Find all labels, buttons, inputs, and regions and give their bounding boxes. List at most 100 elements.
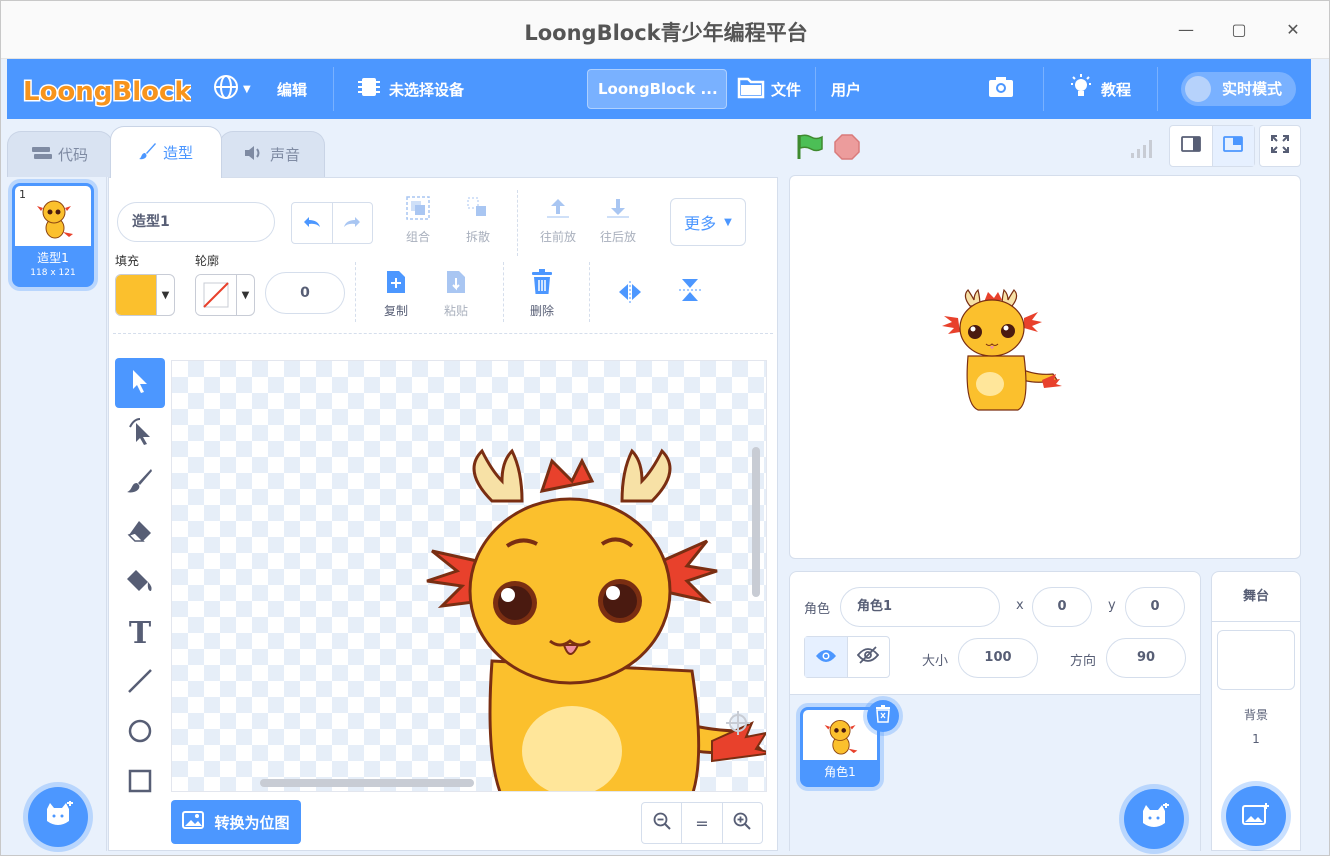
backdrop-count: 1: [1252, 732, 1260, 746]
paste-icon: [445, 269, 467, 298]
fill-tool[interactable]: [115, 558, 165, 608]
costume-item[interactable]: 1 造型1 118 x 121: [12, 183, 94, 287]
minimize-button[interactable]: —: [1175, 19, 1197, 41]
fullscreen-icon: [1270, 134, 1290, 158]
trash-icon: [531, 269, 553, 298]
project-title-field[interactable]: LoongBlock ...: [587, 69, 727, 109]
fill-color-swatch: [116, 275, 156, 315]
edit-menu[interactable]: 编辑: [277, 59, 307, 119]
size-input[interactable]: 100: [958, 638, 1038, 678]
visibility-toggle: [804, 636, 890, 678]
rectangle-icon: [127, 768, 153, 798]
normal-stage-icon: [1223, 136, 1244, 156]
dragon-sprite[interactable]: [942, 276, 1062, 416]
screenshot-button[interactable]: [987, 59, 1015, 119]
flip-vertical-button[interactable]: [665, 276, 715, 310]
tab-code[interactable]: 代码: [7, 131, 113, 177]
stage-selector-panel: 舞台 背景 1: [1211, 571, 1301, 851]
tab-sounds[interactable]: 声音: [219, 131, 325, 177]
add-sprite-button[interactable]: [1124, 789, 1184, 849]
text-icon: T: [128, 615, 152, 651]
chip-icon: [357, 75, 381, 103]
text-tool[interactable]: T: [115, 608, 165, 658]
redo-button[interactable]: [331, 203, 373, 243]
reshape-tool[interactable]: [115, 408, 165, 458]
forward-button[interactable]: 往前放: [533, 194, 583, 245]
group-button[interactable]: 组合: [393, 194, 443, 245]
line-tool[interactable]: [115, 658, 165, 708]
select-tool[interactable]: [115, 358, 165, 408]
brush-tool[interactable]: [115, 458, 165, 508]
user-menu[interactable]: 用户: [831, 59, 861, 119]
device-menu[interactable]: 未选择设备: [357, 59, 464, 119]
folder-icon: [737, 75, 765, 103]
dragon-thumbnail: [37, 200, 73, 239]
eraser-tool[interactable]: [115, 508, 165, 558]
paste-button[interactable]: 粘贴: [431, 268, 481, 319]
caret-down-icon: ▼: [236, 275, 254, 315]
title-bar: LoongBlock青少年编程平台 — ▢ ✕: [1, 1, 1329, 59]
add-costume-button[interactable]: [28, 787, 88, 847]
no-outline-swatch: [196, 275, 236, 315]
fullscreen-button[interactable]: [1259, 125, 1301, 167]
stage-canvas[interactable]: [789, 175, 1301, 559]
circle-icon: [127, 718, 153, 748]
convert-to-bitmap-button[interactable]: 转换为位图: [171, 800, 301, 844]
zoom-reset-button[interactable]: =: [681, 803, 721, 843]
code-blocks-icon: [31, 146, 52, 164]
circle-tool[interactable]: [115, 708, 165, 758]
delete-sprite-button[interactable]: [867, 700, 899, 732]
menu-divider: [1043, 67, 1044, 111]
flip-horizontal-button[interactable]: [605, 276, 655, 310]
direction-input[interactable]: 90: [1106, 638, 1186, 678]
close-button[interactable]: ✕: [1282, 19, 1304, 41]
show-sprite-button[interactable]: [805, 637, 847, 677]
outline-width-input[interactable]: 0: [265, 272, 345, 314]
backward-button[interactable]: 往后放: [593, 194, 643, 245]
ungroup-button[interactable]: 拆散: [453, 194, 503, 245]
sprite-name-input[interactable]: 角色1: [840, 587, 1000, 627]
tutorial-menu[interactable]: 教程: [1069, 59, 1131, 119]
rectangle-tool[interactable]: [115, 758, 165, 808]
x-input[interactable]: 0: [1032, 587, 1092, 627]
copy-button[interactable]: 复制: [371, 268, 421, 319]
add-backdrop-button[interactable]: [1226, 786, 1286, 846]
paint-canvas[interactable]: [171, 360, 767, 792]
horizontal-scrollbar[interactable]: [260, 779, 474, 787]
sprite-tile[interactable]: 角色1: [800, 700, 899, 787]
eraser-icon: [127, 519, 153, 547]
normal-stage-button[interactable]: [1211, 126, 1254, 166]
tab-costumes[interactable]: 造型: [110, 126, 222, 178]
y-input[interactable]: 0: [1125, 587, 1185, 627]
cat-add-icon: [43, 800, 73, 833]
zoom-in-icon: [733, 812, 752, 834]
arrow-down-icon: [605, 195, 631, 224]
loongblock-logo[interactable]: LoongBlock: [21, 67, 192, 111]
language-menu[interactable]: ▼: [213, 59, 251, 119]
more-button[interactable]: 更多 ▼: [670, 198, 746, 246]
outline-color-picker[interactable]: ▼: [195, 274, 255, 316]
zoom-out-button[interactable]: [642, 803, 681, 843]
stage-thumbnail[interactable]: [1217, 630, 1295, 690]
hide-sprite-button[interactable]: [846, 637, 890, 677]
run-controls: [793, 125, 873, 167]
brush-icon: [127, 468, 153, 498]
costume-number: 1: [19, 188, 26, 201]
delete-button[interactable]: 删除: [517, 268, 567, 319]
fill-color-picker[interactable]: ▼: [115, 274, 175, 316]
menu-divider: [815, 67, 816, 111]
realtime-mode-toggle[interactable]: 实时模式: [1181, 72, 1296, 106]
green-flag-icon[interactable]: [795, 133, 823, 165]
size-label: 大小: [922, 654, 949, 669]
vertical-scrollbar[interactable]: [752, 447, 760, 597]
file-menu[interactable]: 文件: [737, 59, 801, 119]
zoom-out-icon: [653, 812, 671, 834]
undo-button[interactable]: [292, 203, 332, 243]
small-stage-button[interactable]: [1170, 126, 1212, 166]
costume-name-input[interactable]: 造型1: [117, 202, 275, 242]
maximize-button[interactable]: ▢: [1228, 19, 1250, 41]
zoom-in-button[interactable]: [721, 803, 762, 843]
stop-icon[interactable]: [833, 133, 861, 165]
flip-vertical-icon: [679, 277, 701, 306]
flip-horizontal-icon: [617, 281, 643, 306]
